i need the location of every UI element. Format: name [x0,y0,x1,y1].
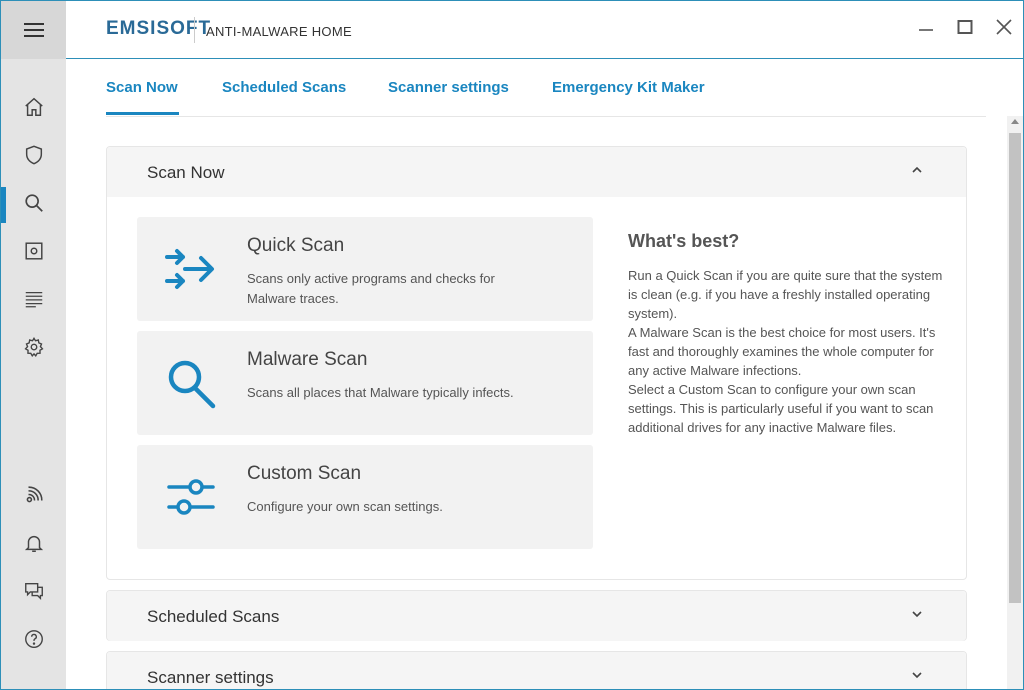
app-window: EMSISOFT ANTI-MALWARE HOME Scan Now Sche… [0,0,1024,690]
scheduled-scans-panel-header[interactable]: Scheduled Scans [107,591,966,641]
custom-scan-title: Custom Scan [247,463,362,484]
expand-button[interactable] [910,607,924,621]
tab-scheduled-scans[interactable]: Scheduled Scans [222,79,346,96]
collapse-button[interactable] [910,163,924,177]
nav-protection[interactable] [1,135,66,175]
whats-best-text: Run a Quick Scan if you are quite sure t… [628,266,946,437]
close-button[interactable] [992,15,1016,39]
panel-title: Scanner settings [147,668,274,687]
bell-icon [24,535,43,552]
chevron-up-icon [912,166,922,173]
nav-home[interactable] [1,87,66,127]
panel-title: Scan Now [147,163,225,182]
maximize-button[interactable] [953,15,977,39]
network-icon [26,486,43,503]
scroll-thumb[interactable] [1009,133,1021,603]
scan-now-panel: Scan Now Quick Scan Scans only active pr… [106,146,967,580]
chat-icon [24,582,43,600]
nav-help[interactable] [1,619,66,659]
quick-scan-description: Scans only active programs and checks fo… [247,271,495,306]
settings-icon [23,336,44,357]
whats-best-paragraph: Select a Custom Scan to configure your o… [628,382,934,435]
scanner-settings-panel-header[interactable]: Scanner settings [107,652,966,689]
vertical-scrollbar[interactable] [1007,116,1023,689]
scan-now-panel-header[interactable]: Scan Now [107,147,966,197]
home-icon [24,97,43,116]
maximize-icon [957,20,973,34]
expand-button[interactable] [910,668,924,682]
sidebar [1,1,66,689]
menu-icon [23,23,44,37]
nav-settings[interactable] [1,327,66,367]
nav-scan[interactable] [1,183,66,223]
malware-scan-title: Malware Scan [247,349,368,370]
search-icon [24,194,43,212]
nav-network[interactable] [1,475,66,515]
title-separator [194,17,195,43]
scheduled-scans-panel[interactable]: Scheduled Scans [106,590,967,641]
tab-scanner-settings[interactable]: Scanner settings [388,79,509,96]
malware-scan-icon [163,355,219,411]
close-icon [996,19,1012,35]
quick-scan-title: Quick Scan [247,235,345,256]
whats-best-heading: What's best? [628,231,740,251]
panel-title: Scheduled Scans [147,607,280,626]
whats-best-paragraph: Run a Quick Scan if you are quite sure t… [628,268,943,321]
tab-bar: Scan Now Scheduled Scans Scanner setting… [106,59,986,117]
tab-emergency-kit-maker[interactable]: Emergency Kit Maker [552,79,705,96]
shield-icon [25,145,42,165]
magnifier-icon [168,360,216,409]
product-name: ANTI-MALWARE HOME [206,24,352,39]
malware-scan-description: Scans all places that Malware typically … [247,385,514,400]
menu-button[interactable] [1,1,66,59]
help-icon [24,630,43,648]
nav-quarantine[interactable] [1,231,66,271]
quick-scan-card[interactable]: Quick Scan Scans only active programs an… [137,217,593,321]
scanner-settings-panel[interactable]: Scanner settings [106,651,967,689]
nav-support-chat[interactable] [1,571,66,611]
chevron-down-icon [912,611,922,618]
nav-logs[interactable] [1,279,66,319]
custom-scan-description: Configure your own scan settings. [247,499,443,514]
chevron-down-icon [912,672,922,679]
quarantine-icon [24,242,43,260]
custom-scan-card[interactable]: Custom Scan Configure your own scan sett… [137,445,593,549]
custom-scan-icon [163,469,219,525]
scroll-up-arrow-icon[interactable] [1011,119,1019,124]
malware-scan-card[interactable]: Malware Scan Scans all places that Malwa… [137,331,593,435]
quick-scan-icon [163,241,219,297]
logs-icon [25,291,42,308]
nav-notifications[interactable] [1,523,66,563]
sliders-icon [167,479,215,515]
tab-scan-now[interactable]: Scan Now [106,79,178,96]
minimize-icon [919,29,933,31]
minimize-button[interactable] [914,15,938,39]
brand-logo: EMSISOFT [106,18,212,39]
whats-best-paragraph: A Malware Scan is the best choice for mo… [628,325,936,378]
title-bar: EMSISOFT ANTI-MALWARE HOME [66,1,1023,59]
quick-scan-arrows-icon [165,249,214,289]
active-tab-indicator [106,112,179,115]
